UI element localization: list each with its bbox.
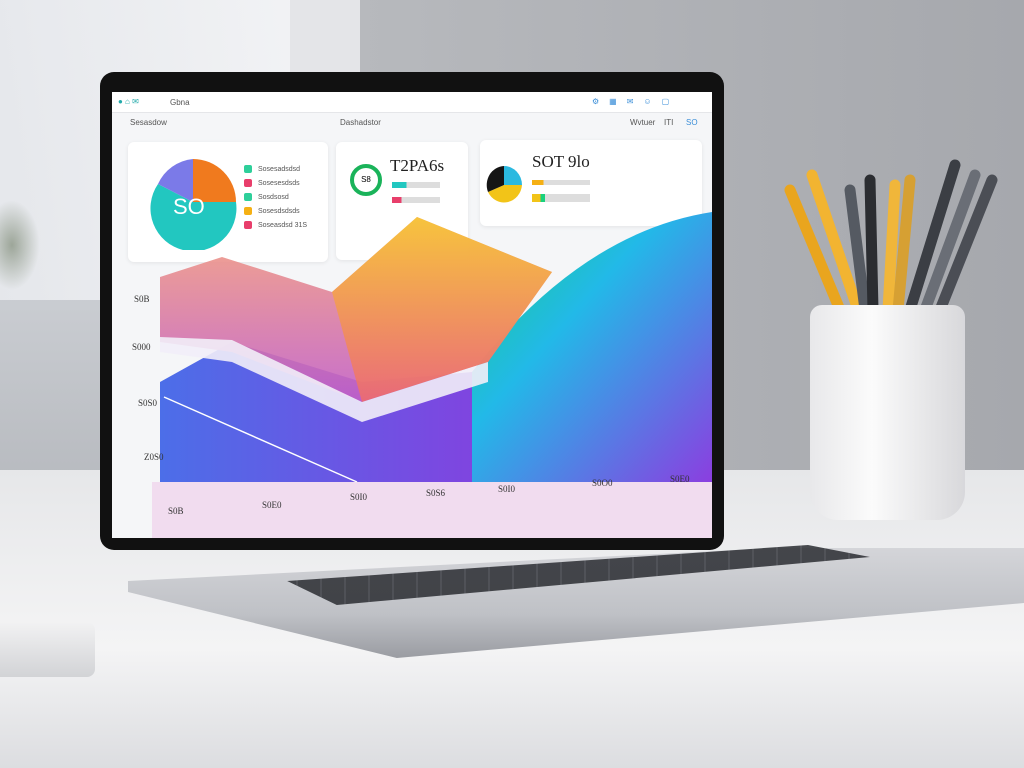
- bar-4: [532, 194, 590, 202]
- sub-toolbar: Sesasdow Dashadstor Wvtuer ITI SO: [112, 114, 712, 130]
- right-label-1[interactable]: Wvtuer: [630, 118, 655, 127]
- legend-item: Sosesadsdsd: [244, 162, 307, 176]
- section-label: Dashadstor: [340, 118, 381, 127]
- x-tick: S0I0: [498, 484, 516, 494]
- app-topbar: ● ⌂ ✉ Gbna ⚙▦✉☺▢: [112, 92, 712, 113]
- area-chart: [152, 212, 712, 538]
- pencil-cup: [810, 305, 965, 520]
- app-logo-icon: ● ⌂ ✉: [118, 97, 139, 106]
- x-tick: S0O0: [592, 478, 613, 488]
- y-tick: S0B: [134, 294, 150, 304]
- toolbar-icons[interactable]: ⚙▦✉☺▢: [592, 97, 679, 106]
- ring-card-title: T2PA6s: [390, 156, 445, 175]
- legend-item: Sosesesdsds: [244, 176, 307, 190]
- pie2-chart: [486, 166, 522, 203]
- right-label-2[interactable]: ITI: [664, 118, 673, 127]
- app-title: Gbna: [170, 98, 190, 107]
- x-tick: S0B: [168, 506, 184, 516]
- pie2-card-title: SOT 9lo: [532, 152, 590, 171]
- y-tick: S000: [132, 342, 151, 352]
- plant: [0, 200, 40, 290]
- breadcrumb[interactable]: Sesasdow: [130, 118, 167, 127]
- x-tick: S0E0: [670, 474, 690, 484]
- bar-2: [392, 197, 440, 203]
- tablet-device: [0, 622, 95, 677]
- right-label-3[interactable]: SO: [686, 118, 698, 127]
- laptop-screen: ● ⌂ ✉ Gbna ⚙▦✉☺▢ Sesasdow Dashadstor Wvt…: [112, 92, 712, 538]
- legend-item: Sosdsosd: [244, 190, 307, 204]
- bar-1: [392, 182, 440, 188]
- area-series-green: [472, 212, 712, 482]
- x-tick: S0S6: [426, 488, 446, 498]
- y-tick: Z0S0: [144, 452, 164, 462]
- x-tick: S0I0: [350, 492, 368, 502]
- pencils: [784, 159, 998, 316]
- x-tick: S0E0: [262, 500, 282, 510]
- y-tick: S0S0: [138, 398, 158, 408]
- bar-3: [532, 180, 590, 185]
- ring-progress: S8: [350, 164, 382, 196]
